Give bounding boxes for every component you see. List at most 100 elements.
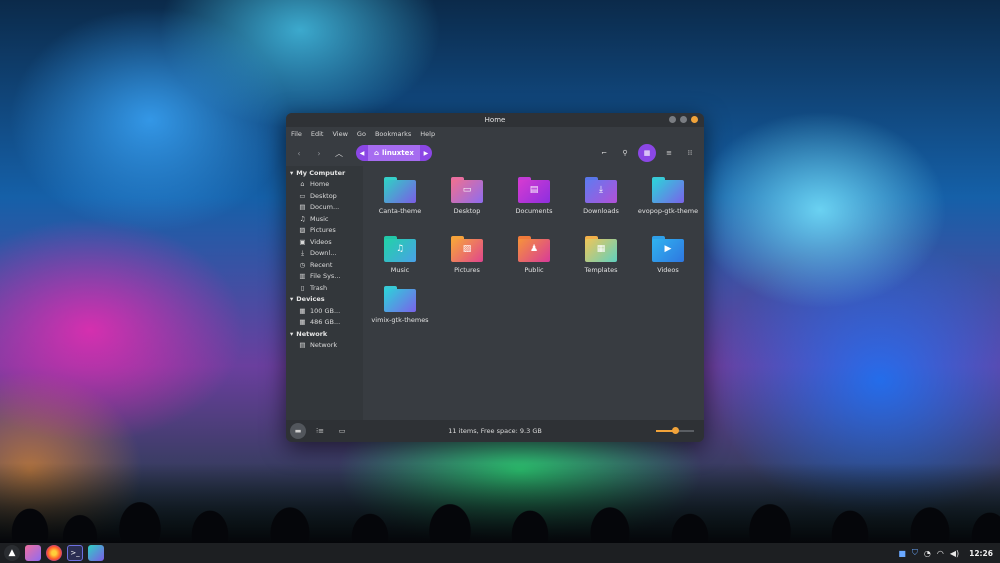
files-launcher[interactable] (25, 545, 41, 561)
menu-file[interactable]: File (291, 130, 302, 138)
sidebar-section-header[interactable]: ▾ My Computer (286, 167, 363, 179)
folder-icon (384, 286, 416, 312)
sidebar-item[interactable]: ▨ Pictures (286, 225, 363, 237)
sidebar-item[interactable]: ♫ Music (286, 213, 363, 225)
folder-pictures-icon: ▨ (451, 236, 483, 262)
title-bar[interactable]: Home (286, 113, 704, 127)
folder-label: evopop-gtk-theme (637, 207, 699, 215)
sidebar-item[interactable]: ◷ Recent (286, 259, 363, 271)
trash-icon: ▯ (300, 283, 305, 292)
path-right-arrow-icon[interactable]: ▶ (420, 150, 432, 157)
menu-help[interactable]: Help (420, 130, 435, 138)
shield-icon[interactable]: ⛉ (912, 548, 918, 558)
sidebar-item[interactable]: ▭ Desktop (286, 190, 363, 202)
terminal-icon: >_ (70, 549, 80, 557)
back-button[interactable]: ‹ (292, 146, 306, 160)
folder-item[interactable]: ▦ Templates (569, 236, 633, 274)
sidebar-item[interactable]: ⌂ Home (286, 179, 363, 191)
compact-icon: ⁞⁞ (687, 149, 693, 157)
drive-icon: ▦ (299, 306, 306, 315)
clock[interactable]: 12:26 (969, 549, 993, 558)
folder-icon (652, 177, 684, 203)
folder-item[interactable]: ▭ Desktop (435, 177, 499, 215)
app-menu-button[interactable]: ▲ (4, 545, 20, 561)
document-icon: ▤ (299, 203, 306, 212)
menu-bookmarks[interactable]: Bookmarks (375, 130, 411, 138)
sidebar-item[interactable]: ▣ Videos (286, 236, 363, 248)
folder-item[interactable]: ▶ Videos (636, 236, 700, 274)
folder-label: Documents (515, 207, 553, 215)
file-view: Canta-theme ▭ Desktop ▤ Documents ⤓ Downloads e… (363, 166, 704, 420)
open-files-window[interactable] (88, 545, 104, 561)
chevron-right-icon: › (317, 148, 321, 158)
firefox-launcher[interactable] (46, 545, 62, 561)
breadcrumb-label: linuxtex (382, 149, 414, 157)
folder-item[interactable]: ♫ Music (368, 236, 432, 274)
folder-label: Videos (657, 266, 679, 274)
zoom-slider[interactable] (656, 427, 694, 434)
menu-edit[interactable]: Edit (311, 130, 324, 138)
folder-item[interactable]: evopop-gtk-theme (636, 177, 700, 215)
menu-view[interactable]: View (332, 130, 347, 138)
folder-downloads-icon: ⤓ (585, 177, 617, 203)
zoom-slider-handle[interactable] (671, 427, 679, 434)
folder-item[interactable]: Canta-theme (368, 177, 432, 215)
folder-label: Canta-theme (378, 207, 422, 215)
chevron-left-icon: ‹ (297, 148, 301, 158)
status-bar: ▬ ⁝≡ ▭ 11 items, Free space: 9.3 GB (286, 420, 704, 442)
drive-icon: ▦ (299, 318, 306, 327)
sidebar-item[interactable]: ⤓ Downl... (286, 248, 363, 260)
minimize-button[interactable] (669, 116, 676, 123)
list-icon: ≡ (666, 149, 672, 157)
folder-icon (384, 177, 416, 203)
chevron-down-icon: ▾ (290, 168, 294, 177)
forward-button[interactable]: › (312, 146, 326, 160)
status-text: 11 items, Free space: 9.3 GB (448, 427, 542, 435)
up-button[interactable]: ︿ (332, 146, 346, 160)
sidebar: ▾ My Computer ⌂ Home ▭ Desktop ▤ Docum... ♫ Music… (286, 166, 363, 420)
toolbar: ‹ › ︿ ◀ ⌂ linuxtex ▶ ⌐ ⚲ ▦ ≡ ⁞⁞ (286, 140, 704, 166)
sidebar-item[interactable]: ▤ Docum... (286, 202, 363, 214)
close-button[interactable] (691, 116, 698, 123)
folder-item[interactable]: ▨ Pictures (435, 236, 499, 274)
picture-icon: ▨ (299, 226, 306, 235)
folder-label: Downloads (583, 207, 619, 215)
menu-go[interactable]: Go (357, 130, 366, 138)
folder-item[interactable]: ⤓ Downloads (569, 177, 633, 215)
update-icon[interactable]: ◔ (924, 549, 931, 558)
maximize-button[interactable] (680, 116, 687, 123)
screen-recorder-icon[interactable]: ■ (898, 549, 906, 558)
folder-label: vimix-gtk-themes (371, 316, 429, 324)
sidebar-item[interactable]: ▦ 100 GB... (286, 305, 363, 317)
folder-item[interactable]: vimix-gtk-themes (368, 286, 432, 324)
download-icon: ⤓ (301, 248, 304, 257)
terminal-launcher[interactable]: >_ (67, 545, 83, 561)
icon-view-button[interactable]: ▦ (638, 144, 656, 162)
breadcrumb-home[interactable]: ⌂ linuxtex (368, 145, 420, 161)
desktop-icon: ▭ (299, 191, 306, 200)
sidebar-item-label: Recent (310, 260, 333, 269)
sidebar-section-title: Network (296, 329, 328, 338)
sidebar-item-label: Downl... (310, 249, 337, 258)
sidebar-item[interactable]: ▥ File Sys... (286, 271, 363, 283)
folder-item[interactable]: ♟ Public (502, 236, 566, 274)
window-title: Home (484, 116, 506, 124)
path-left-arrow-icon[interactable]: ◀ (356, 150, 368, 157)
folder-documents-icon: ▤ (518, 177, 550, 203)
volume-icon[interactable]: ◀) (950, 549, 959, 558)
sidebar-item[interactable]: ▯ Trash (286, 282, 363, 294)
wifi-icon[interactable]: ◠ (937, 549, 944, 558)
search-icon: ⚲ (622, 149, 628, 157)
sidebar-item[interactable]: ▤ Network (286, 340, 363, 352)
list-view-button[interactable]: ≡ (661, 145, 677, 161)
sidebar-item[interactable]: ▦ 486 GB... (286, 317, 363, 329)
sidebar-section-header[interactable]: ▾ Network (286, 328, 363, 340)
folder-item[interactable]: ▤ Documents (502, 177, 566, 215)
search-button[interactable]: ⚲ (617, 145, 633, 161)
path-toggle-button[interactable]: ⌐ (596, 145, 612, 161)
sidebar-item-label: Desktop (310, 191, 337, 200)
sidebar-section-header[interactable]: ▾ Devices (286, 294, 363, 306)
sidebar-section-title: Devices (296, 295, 325, 304)
compact-view-button[interactable]: ⁞⁞ (682, 145, 698, 161)
chevron-up-icon: ︿ (335, 148, 343, 158)
